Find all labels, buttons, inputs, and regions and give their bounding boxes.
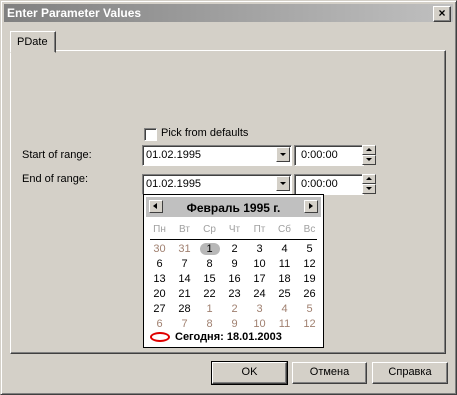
calendar-day[interactable]: 7 — [172, 256, 197, 272]
calendar-day[interactable]: 6 — [147, 316, 172, 332]
title-bar[interactable]: Enter Parameter Values × — [4, 4, 453, 22]
calendar-day[interactable]: 15 — [197, 271, 222, 287]
calendar-day[interactable]: 5 — [297, 301, 322, 317]
today-circle-icon — [150, 332, 170, 342]
end-time-input[interactable]: 0:00:00 — [294, 174, 364, 195]
calendar-day[interactable]: 8 — [197, 256, 222, 272]
calendar-day-selected[interactable]: 1 — [197, 241, 222, 257]
calendar-day[interactable]: 19 — [297, 271, 322, 287]
pick-from-defaults-label: Pick from defaults — [161, 127, 249, 139]
end-date-value: 01.02.1995 — [146, 178, 202, 190]
spin-down-icon[interactable] — [362, 155, 376, 165]
next-month-icon[interactable] — [304, 200, 318, 213]
end-time-value: 0:00:00 — [301, 178, 338, 190]
calendar-day[interactable]: 24 — [247, 286, 272, 302]
weekday-label: Пн — [153, 224, 166, 235]
tab-pdate-label: PDate — [17, 36, 48, 48]
start-date-dropdown-button[interactable] — [276, 147, 290, 162]
close-button[interactable]: × — [433, 6, 451, 22]
calendar-day[interactable]: 1 — [197, 301, 222, 317]
tab-pdate[interactable]: PDate — [10, 31, 56, 53]
calendar-day[interactable]: 10 — [247, 256, 272, 272]
calendar-day[interactable]: 6 — [147, 256, 172, 272]
calendar-day[interactable]: 3 — [247, 241, 272, 257]
weekday-label: Сб — [278, 224, 291, 235]
calendar-day[interactable]: 8 — [197, 316, 222, 332]
calendar-day[interactable]: 21 — [172, 286, 197, 302]
weekday-label: Ср — [203, 224, 216, 235]
calendar-day[interactable]: 12 — [297, 256, 322, 272]
calendar-day[interactable]: 25 — [272, 286, 297, 302]
start-time-value: 0:00:00 — [301, 149, 338, 161]
calendar-dropdown: Февраль 1995 г. Пн Вт Ср Чт Пт Сб Вс 30 3… — [143, 194, 324, 348]
calendar-day[interactable]: 23 — [222, 286, 247, 302]
spin-up-icon[interactable] — [362, 145, 376, 155]
spin-down-icon[interactable] — [362, 184, 376, 194]
calendar-day[interactable]: 31 — [172, 241, 197, 257]
help-button[interactable]: Справка — [372, 362, 448, 384]
calendar-day[interactable]: 20 — [147, 286, 172, 302]
window-title: Enter Parameter Values — [7, 6, 142, 20]
calendar-day[interactable]: 9 — [222, 256, 247, 272]
start-date-value: 01.02.1995 — [146, 149, 202, 161]
calendar-day[interactable]: 12 — [297, 316, 322, 332]
today-link[interactable]: Сегодня: 18.01.2003 — [150, 331, 320, 345]
calendar-day[interactable]: 2 — [222, 241, 247, 257]
weekday-label: Чт — [228, 224, 241, 235]
calendar-day[interactable]: 16 — [222, 271, 247, 287]
calendar-day[interactable]: 5 — [297, 241, 322, 257]
weekday-divider — [150, 239, 317, 240]
calendar-day[interactable]: 22 — [197, 286, 222, 302]
calendar-day[interactable]: 18 — [272, 271, 297, 287]
calendar-day[interactable]: 2 — [222, 301, 247, 317]
calendar-day[interactable]: 14 — [172, 271, 197, 287]
start-time-input[interactable]: 0:00:00 — [294, 145, 364, 166]
end-date-dropdown-button[interactable] — [276, 176, 290, 191]
calendar-day[interactable]: 10 — [247, 316, 272, 332]
calendar-month-title[interactable]: Февраль 1995 г. — [146, 201, 321, 215]
end-date-combo[interactable]: 01.02.1995 — [142, 174, 292, 195]
start-of-range-label: Start of range: — [22, 149, 92, 161]
pick-from-defaults-checkbox[interactable] — [144, 128, 157, 141]
start-time-spinner[interactable] — [362, 145, 376, 166]
calendar-header: Февраль 1995 г. — [146, 197, 321, 217]
start-date-combo[interactable]: 01.02.1995 — [142, 145, 292, 166]
calendar-day[interactable]: 4 — [272, 301, 297, 317]
cancel-button[interactable]: Отмена — [292, 362, 367, 384]
calendar-day[interactable]: 3 — [247, 301, 272, 317]
calendar-day[interactable]: 13 — [147, 271, 172, 287]
calendar-day[interactable]: 27 — [147, 301, 172, 317]
calendar-day[interactable]: 4 — [272, 241, 297, 257]
calendar-day[interactable]: 28 — [172, 301, 197, 317]
spin-up-icon[interactable] — [362, 174, 376, 184]
ok-button[interactable]: OK — [211, 361, 288, 385]
calendar-day[interactable]: 11 — [272, 316, 297, 332]
weekday-label: Вт — [179, 224, 190, 235]
calendar-day[interactable]: 26 — [297, 286, 322, 302]
today-label: Сегодня: 18.01.2003 — [175, 331, 282, 343]
end-time-spinner[interactable] — [362, 174, 376, 195]
calendar-day[interactable]: 7 — [172, 316, 197, 332]
calendar-day[interactable]: 11 — [272, 256, 297, 272]
calendar-day[interactable]: 9 — [222, 316, 247, 332]
weekday-label: Пт — [253, 224, 266, 235]
end-of-range-label: End of range: — [22, 173, 89, 185]
weekday-row: Пн Вт Ср Чт Пт Сб Вс — [147, 224, 322, 238]
calendar-day[interactable]: 30 — [147, 241, 172, 257]
weekday-label: Вс — [303, 224, 316, 235]
calendar-day[interactable]: 17 — [247, 271, 272, 287]
